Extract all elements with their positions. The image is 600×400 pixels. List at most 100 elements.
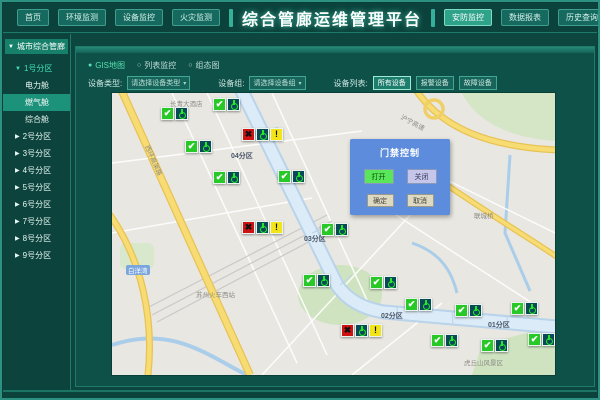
door-close-button[interactable]: 关闭 xyxy=(407,169,437,184)
view-mode-组态图[interactable]: ○组态图 xyxy=(188,60,219,71)
device-group-value: 请选择设备组 xyxy=(253,78,295,88)
device-marker-normal[interactable]: ✔ xyxy=(213,98,240,111)
sidebar-item-label: 8号分区 xyxy=(23,233,51,244)
caret-right-icon: ▶ xyxy=(15,235,20,242)
sidebar-item-7号分区[interactable]: ▶7号分区 xyxy=(3,213,70,230)
district-label-02分区: 02分区 xyxy=(381,311,403,321)
nav-button-安防监控[interactable]: 安防监控 xyxy=(444,9,492,26)
status-fault-icon: ✖ xyxy=(341,324,354,337)
device-list-button-所有设备[interactable]: 所有设备 xyxy=(373,76,411,90)
sidebar: ▼ 城市综合管廊 ▼1号分区电力舱燃气舱综合舱▶2号分区▶3号分区▶4号分区▶5… xyxy=(3,34,71,392)
view-mode-row: ●GIS地图○列表监控○组态图 xyxy=(88,60,219,71)
device-type-select[interactable]: 请选择设备类型 ▾ xyxy=(127,76,190,90)
nav-button-环境监测[interactable]: 环境监测 xyxy=(58,9,106,26)
power-stem xyxy=(361,326,363,331)
page-title: 综合管廊运维管理平台 xyxy=(242,6,422,30)
power-stem xyxy=(233,173,235,178)
device-marker-normal[interactable]: ✔ xyxy=(161,107,188,120)
device-marker-alarm[interactable]: ✖! xyxy=(242,221,283,234)
sidebar-item-2号分区[interactable]: ▶2号分区 xyxy=(3,128,70,145)
view-mode-列表监控[interactable]: ○列表监控 xyxy=(137,60,176,71)
nav-right: 安防监控数据报表历史查询用户管理 xyxy=(444,9,600,26)
confirm-button[interactable]: 确定 xyxy=(367,194,394,207)
power-stem xyxy=(233,100,235,105)
power-stem xyxy=(341,225,343,230)
device-list-buttons: 所有设备报警设备故障设备 xyxy=(373,76,497,90)
device-marker-normal[interactable]: ✔ xyxy=(511,302,538,315)
device-marker-normal[interactable]: ✔ xyxy=(213,171,240,184)
power-icon xyxy=(542,333,555,346)
nav-button-首页[interactable]: 首页 xyxy=(17,9,49,26)
sidebar-item-6号分区[interactable]: ▶6号分区 xyxy=(3,196,70,213)
popup-primary-row: 打开关闭 xyxy=(350,169,450,184)
sidebar-item-电力舱[interactable]: 电力舱 xyxy=(3,77,70,94)
bottom-frame-strip xyxy=(3,390,597,400)
device-marker-alarm[interactable]: ✖! xyxy=(242,128,283,141)
sidebar-item-label: 6号分区 xyxy=(23,199,51,210)
status-ok-icon: ✔ xyxy=(528,333,541,346)
status-fault-icon: ✖ xyxy=(242,221,255,234)
status-ok-icon: ✔ xyxy=(213,98,226,111)
nav-button-数据报表[interactable]: 数据报表 xyxy=(501,9,549,26)
title-bar-right xyxy=(431,9,435,27)
device-marker-alarm[interactable]: ✖! xyxy=(341,324,382,337)
device-type-label: 设备类型: xyxy=(88,78,122,89)
caret-right-icon: ▶ xyxy=(15,133,20,140)
sidebar-item-1号分区[interactable]: ▼1号分区 xyxy=(3,60,70,77)
power-stem xyxy=(451,336,453,341)
sidebar-root-node[interactable]: ▼ 城市综合管廊 xyxy=(5,39,68,54)
sidebar-item-4号分区[interactable]: ▶4号分区 xyxy=(3,162,70,179)
sidebar-item-5号分区[interactable]: ▶5号分区 xyxy=(3,179,70,196)
caret-right-icon: ▶ xyxy=(15,150,20,157)
radio-icon: ○ xyxy=(137,62,141,69)
device-marker-normal[interactable]: ✔ xyxy=(481,339,508,352)
nav-button-火灾监测[interactable]: 火灾监测 xyxy=(172,9,220,26)
view-mode-label: 组态图 xyxy=(195,60,219,71)
device-marker-normal[interactable]: ✔ xyxy=(455,304,482,317)
chevron-down-icon: ▾ xyxy=(183,80,186,87)
status-ok-icon: ✔ xyxy=(278,170,291,183)
sidebar-item-燃气舱[interactable]: 燃气舱 xyxy=(3,94,70,111)
place-label: 联城桥 xyxy=(474,210,494,220)
nav-button-设备监控[interactable]: 设备监控 xyxy=(115,9,163,26)
power-stem xyxy=(548,335,550,340)
device-type-value: 请选择设备类型 xyxy=(131,78,180,88)
device-marker-normal[interactable]: ✔ xyxy=(370,276,397,289)
warning-icon: ! xyxy=(270,128,283,141)
power-stem xyxy=(262,223,264,228)
power-stem xyxy=(298,172,300,177)
device-marker-normal[interactable]: ✔ xyxy=(185,140,212,153)
power-icon xyxy=(175,107,188,120)
status-ok-icon: ✔ xyxy=(481,339,494,352)
place-label: 白洋湾 xyxy=(126,265,150,275)
view-mode-label: GIS地图 xyxy=(95,60,125,71)
device-marker-normal[interactable]: ✔ xyxy=(431,334,458,347)
nav-button-历史查询[interactable]: 历史查询 xyxy=(558,9,600,26)
power-stem xyxy=(475,306,477,311)
sidebar-item-9号分区[interactable]: ▶9号分区 xyxy=(3,247,70,264)
device-marker-normal[interactable]: ✔ xyxy=(303,274,330,287)
status-ok-icon: ✔ xyxy=(303,274,316,287)
sidebar-item-综合舱[interactable]: 综合舱 xyxy=(3,111,70,128)
power-icon xyxy=(227,171,240,184)
sidebar-item-8号分区[interactable]: ▶8号分区 xyxy=(3,230,70,247)
device-group-select[interactable]: 请选择设备组 ▾ xyxy=(249,76,305,90)
device-marker-normal[interactable]: ✔ xyxy=(528,333,555,346)
device-marker-normal[interactable]: ✔ xyxy=(321,223,348,236)
view-mode-GIS地图[interactable]: ●GIS地图 xyxy=(88,60,125,71)
status-ok-icon: ✔ xyxy=(455,304,468,317)
sidebar-item-3号分区[interactable]: ▶3号分区 xyxy=(3,145,70,162)
device-list-button-报警设备[interactable]: 报警设备 xyxy=(416,76,454,90)
device-marker-normal[interactable]: ✔ xyxy=(278,170,305,183)
device-list-button-故障设备[interactable]: 故障设备 xyxy=(459,76,497,90)
map-canvas[interactable]: 04分区03分区02分区01分区长青大酒店西环高架路白洋湾苏州火车西站沪宁高速联… xyxy=(112,93,555,375)
status-ok-icon: ✔ xyxy=(321,223,334,236)
sidebar-item-label: 2号分区 xyxy=(23,131,51,142)
cancel-button[interactable]: 取消 xyxy=(407,194,434,207)
door-open-button[interactable]: 打开 xyxy=(364,169,394,184)
device-marker-normal[interactable]: ✔ xyxy=(405,298,432,311)
sidebar-root-label: 城市综合管廊 xyxy=(17,41,65,52)
app-window: 首页环境监测设备监控火灾监测 综合管廊运维管理平台 安防监控数据报表历史查询用户… xyxy=(0,0,600,400)
caret-right-icon: ▶ xyxy=(15,184,20,191)
sidebar-item-label: 3号分区 xyxy=(23,148,51,159)
